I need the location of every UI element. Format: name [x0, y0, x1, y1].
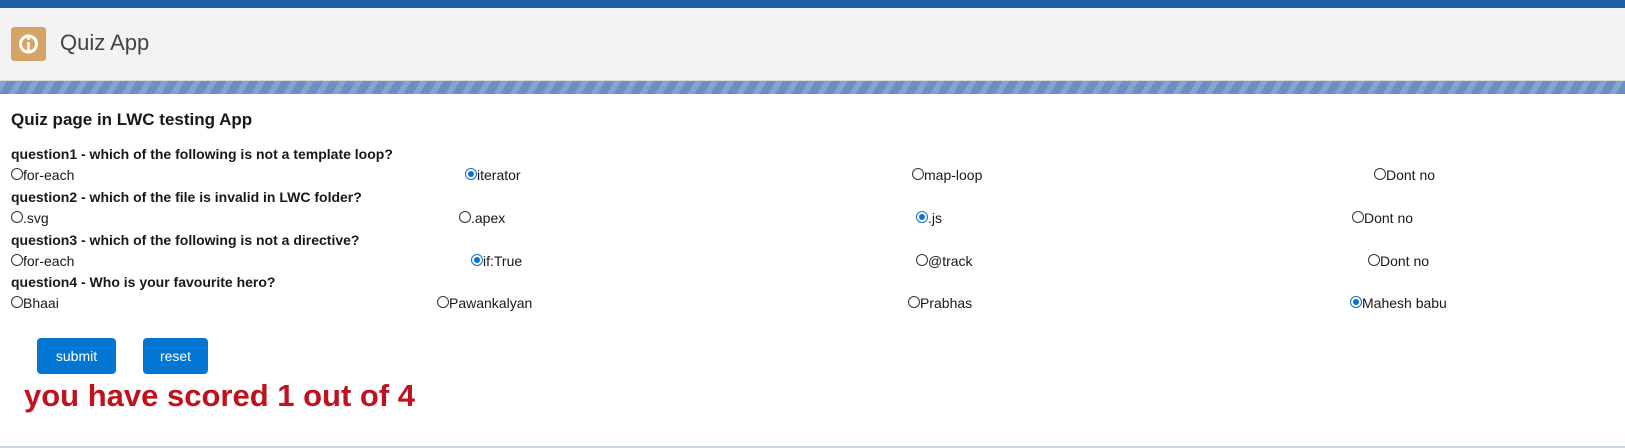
- q1-option-2-radio[interactable]: [465, 167, 477, 180]
- question-2-label: question2 - which of the file is invalid…: [11, 189, 362, 205]
- q1-option-4-label: Dont no: [1386, 167, 1436, 183]
- q4-option-4-label: Mahesh babu: [1362, 295, 1447, 311]
- q2-option-3-label: .js: [928, 210, 942, 226]
- q1-option-4-radio[interactable]: [1374, 167, 1386, 180]
- question-3-label: question3 - which of the following is no…: [11, 232, 360, 248]
- app-title: Quiz App: [60, 30, 150, 55]
- reset-button[interactable]: reset: [143, 338, 208, 374]
- q4-option-4[interactable]: Mahesh babu: [1350, 295, 1447, 311]
- q3-option-1-radio[interactable]: [11, 253, 23, 266]
- q3-option-1[interactable]: for-each: [11, 253, 74, 269]
- q4-option-1[interactable]: Bhaai: [11, 295, 59, 311]
- q1-option-2[interactable]: iterator: [465, 167, 521, 183]
- q3-option-2[interactable]: if:True: [471, 253, 522, 269]
- q3-option-4-radio[interactable]: [1368, 253, 1380, 266]
- q4-option-2-label: Pawankalyan: [449, 295, 533, 311]
- q1-option-1-radio[interactable]: [11, 167, 23, 180]
- q4-option-1-radio[interactable]: [11, 295, 23, 308]
- q1-option-4[interactable]: Dont no: [1374, 167, 1435, 183]
- q1-option-1-label: for-each: [23, 167, 75, 183]
- q3-option-3-radio[interactable]: [916, 253, 928, 266]
- app-header: Quiz App: [0, 8, 1625, 81]
- q1-option-1[interactable]: for-each: [11, 167, 74, 183]
- q4-option-2-radio[interactable]: [437, 295, 449, 308]
- top-band: [0, 0, 1625, 8]
- q2-option-4[interactable]: Dont no: [1352, 210, 1413, 226]
- q1-option-2-label: iterator: [477, 167, 521, 183]
- question-1-label: question1 - which of the following is no…: [11, 146, 393, 162]
- q3-option-3[interactable]: @track: [916, 253, 973, 269]
- q4-option-3[interactable]: Prabhas: [908, 295, 972, 311]
- q4-option-3-label: Prabhas: [920, 295, 973, 311]
- q3-option-4-label: Dont no: [1380, 253, 1430, 269]
- q3-option-4[interactable]: Dont no: [1368, 253, 1429, 269]
- q1-option-3-label: map-loop: [924, 167, 983, 183]
- score-text: you have scored 1 out of 4: [24, 378, 416, 413]
- app-logo-icon[interactable]: [11, 27, 46, 61]
- q2-option-3[interactable]: .js: [916, 210, 942, 226]
- question-4-label: question4 - Who is your favourite hero?: [11, 274, 276, 290]
- q2-option-2[interactable]: .apex: [459, 210, 505, 226]
- q3-option-3-label: @track: [928, 253, 973, 269]
- q2-option-1-radio[interactable]: [11, 210, 23, 223]
- q4-option-3-radio[interactable]: [908, 295, 920, 308]
- q3-option-2-radio[interactable]: [471, 253, 483, 266]
- q1-option-3-radio[interactable]: [912, 167, 924, 180]
- q3-option-2-label: if:True: [483, 253, 523, 269]
- header-pattern-band: [0, 81, 1625, 94]
- q4-option-2[interactable]: Pawankalyan: [437, 295, 532, 311]
- q2-option-1[interactable]: .svg: [11, 210, 49, 226]
- quiz-card: Quiz page in LWC testing App question1 -…: [0, 94, 1625, 448]
- q2-option-3-radio[interactable]: [916, 210, 928, 223]
- q4-option-1-label: Bhaai: [23, 295, 59, 311]
- page-title: Quiz page in LWC testing App: [11, 110, 253, 129]
- q2-option-2-label: .apex: [471, 210, 506, 226]
- q2-option-4-radio[interactable]: [1352, 210, 1364, 223]
- q3-option-1-label: for-each: [23, 253, 75, 269]
- q2-option-1-label: .svg: [23, 210, 49, 226]
- q1-option-3[interactable]: map-loop: [912, 167, 982, 183]
- q2-option-2-radio[interactable]: [459, 210, 471, 223]
- submit-button[interactable]: submit: [37, 338, 116, 374]
- q4-option-4-radio[interactable]: [1350, 295, 1362, 308]
- q2-option-4-label: Dont no: [1364, 210, 1414, 226]
